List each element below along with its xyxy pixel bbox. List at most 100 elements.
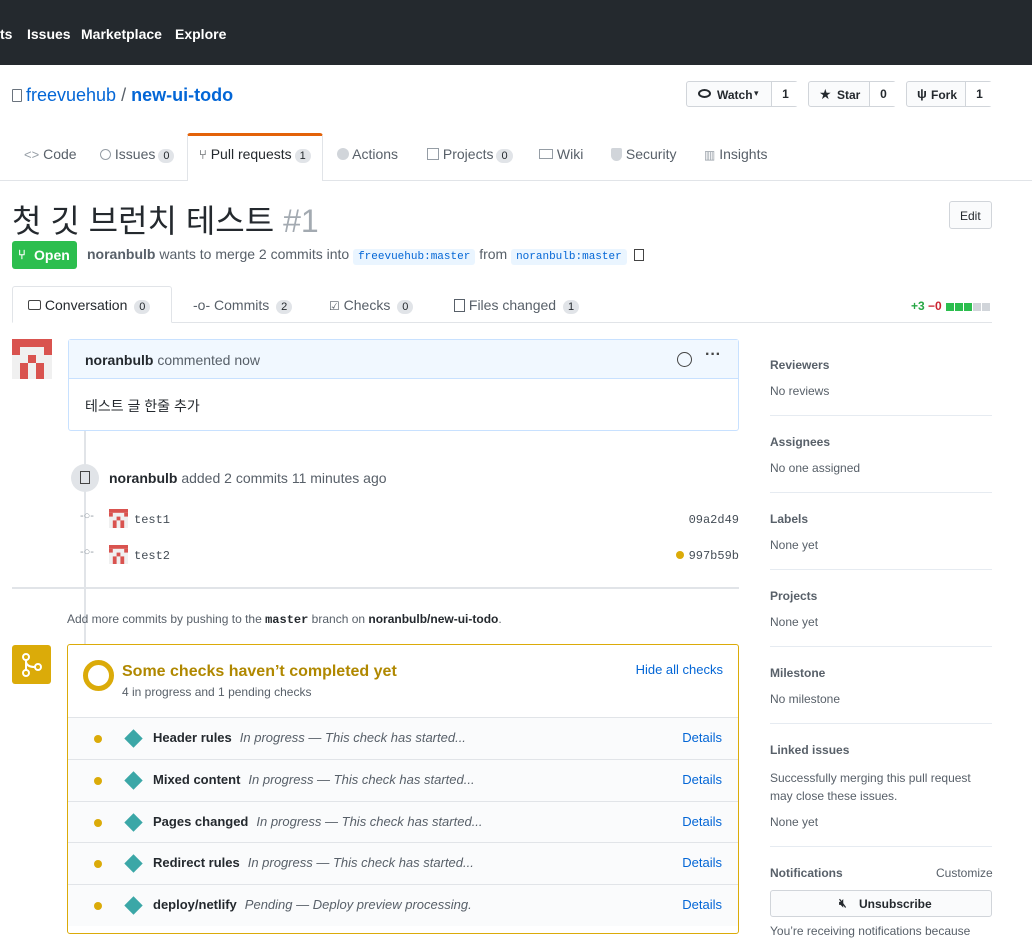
merge-text: wants to merge 2 commits into xyxy=(159,246,350,262)
push-hint-prefix: Add more commits by pushing to the xyxy=(67,612,262,626)
pending-status-dot xyxy=(94,777,102,785)
tab-pull-requests[interactable]: ⑂ Pull requests 1 xyxy=(199,146,311,163)
check-description: In progress — This check has started... xyxy=(256,814,483,829)
from-text: from xyxy=(479,246,508,262)
tab-projects-count: 0 xyxy=(496,149,513,163)
sidebar-linked-issues-title[interactable]: Linked issues xyxy=(770,743,849,757)
notifications-footer: You’re receiving notifications because xyxy=(770,924,971,938)
pr-author-link[interactable]: noranbulb xyxy=(87,246,155,262)
tab-code[interactable]: <> Code xyxy=(24,146,77,162)
project-icon xyxy=(427,148,439,160)
push-hint: Add more commits by pushing to the maste… xyxy=(67,612,502,627)
sidebar-labels-title[interactable]: Labels xyxy=(770,512,808,526)
tab-commits[interactable]: -o- Commits 2 xyxy=(193,297,293,314)
repo-breadcrumb: freevuehub / new-ui-todo xyxy=(12,85,233,106)
pending-ring-icon xyxy=(83,660,114,691)
tab-projects[interactable]: Projects 0 xyxy=(427,146,513,163)
comment-meta: noranbulb commented now xyxy=(85,352,260,368)
hide-checks-link[interactable]: Hide all checks xyxy=(636,662,723,677)
pending-status-dot[interactable] xyxy=(676,551,684,559)
mute-icon: 🔇︎ xyxy=(839,896,847,910)
tab-checks-label: Checks xyxy=(343,297,391,313)
commit-author-avatar[interactable] xyxy=(109,509,128,528)
commit-author-avatar[interactable] xyxy=(109,545,128,564)
commit-sha[interactable]: 09a2d49 xyxy=(689,513,739,527)
fork-count[interactable]: 1 xyxy=(965,82,993,106)
head-branch[interactable]: noranbulb:master xyxy=(511,249,627,265)
eye-icon xyxy=(698,89,711,98)
check-row: Pages changed In progress — This check ha… xyxy=(68,801,738,843)
commit-row: -○- test2 997b59b xyxy=(80,545,740,565)
notifications-customize-link[interactable]: Customize xyxy=(936,866,993,880)
check-details-link[interactable]: Details xyxy=(682,772,722,787)
commit-message[interactable]: test2 xyxy=(134,549,170,563)
tab-insights-label: Insights xyxy=(719,146,768,162)
sidebar-assignees-title[interactable]: Assignees xyxy=(770,435,830,449)
netlify-icon xyxy=(124,729,143,748)
check-name: Mixed content In progress — This check ha… xyxy=(153,772,475,787)
comment-author[interactable]: noranbulb xyxy=(85,352,153,368)
tab-files-changed[interactable]: Files changed 1 xyxy=(454,297,580,314)
check-details-link[interactable]: Details xyxy=(682,730,722,745)
netlify-icon xyxy=(124,771,143,790)
pr-number: #1 xyxy=(283,203,319,239)
nav-explore-link[interactable]: Explore xyxy=(175,26,226,42)
star-label: Star xyxy=(837,88,861,102)
repo-icon xyxy=(12,89,22,102)
star-button[interactable]: ★ Star 0 xyxy=(808,81,897,107)
diffstat-block xyxy=(946,302,955,311)
watch-button[interactable]: Watch ▾ 1 xyxy=(686,81,799,107)
star-count[interactable]: 0 xyxy=(869,82,897,106)
pr-title-text: 첫 깃 브런치 테스트 xyxy=(12,203,275,239)
event-author[interactable]: noranbulb xyxy=(109,470,177,486)
comment-header: noranbulb commented now ··· xyxy=(69,340,738,379)
repo-owner-link[interactable]: freevuehub xyxy=(26,85,116,105)
sidebar-projects-value: None yet xyxy=(770,615,819,629)
nav-marketplace-link[interactable]: Marketplace xyxy=(81,26,162,42)
tab-conversation[interactable]: Conversation 0 xyxy=(28,297,151,314)
fork-button[interactable]: ψ Fork 1 xyxy=(906,81,993,107)
tab-insights[interactable]: ▥ Insights xyxy=(704,146,767,162)
tab-security[interactable]: Security xyxy=(611,146,676,162)
tab-checks[interactable]: ☑ Checks 0 xyxy=(329,297,414,314)
smiley-icon[interactable] xyxy=(677,352,692,367)
tab-conversation-label: Conversation xyxy=(44,297,128,313)
push-hint-middle: branch on xyxy=(311,612,366,626)
fork-icon: ψ xyxy=(917,86,927,101)
check-details-link[interactable]: Details xyxy=(682,814,722,829)
base-branch[interactable]: freevuehub:master xyxy=(353,249,476,265)
user-avatar[interactable] xyxy=(12,339,52,379)
check-details-link[interactable]: Details xyxy=(682,855,722,870)
nav-issues-link[interactable]: Issues xyxy=(27,26,71,42)
tab-files-changed-count: 1 xyxy=(562,300,580,314)
repo-name-link[interactable]: new-ui-todo xyxy=(131,85,233,105)
clipboard-icon[interactable] xyxy=(633,249,644,261)
sidebar-divider xyxy=(770,846,992,847)
tab-wiki[interactable]: Wiki xyxy=(539,146,583,162)
sidebar-notifications-title: Notifications xyxy=(770,866,843,880)
repo-push-icon xyxy=(71,464,99,492)
tab-commits-count: 2 xyxy=(276,300,293,314)
sidebar-milestone-value: No milestone xyxy=(770,692,841,706)
kebab-horizontal-icon[interactable]: ··· xyxy=(705,346,721,364)
sidebar-projects-title[interactable]: Projects xyxy=(770,589,817,603)
watch-count[interactable]: 1 xyxy=(771,82,799,106)
sidebar-reviewers-title[interactable]: Reviewers xyxy=(770,358,829,372)
code-icon: <> xyxy=(24,147,40,162)
sidebar-milestone-title[interactable]: Milestone xyxy=(770,666,825,680)
diffstat-block xyxy=(955,302,964,311)
check-details-link[interactable]: Details xyxy=(682,897,722,912)
checklist-icon: ☑ xyxy=(329,299,340,313)
tab-actions[interactable]: Actions xyxy=(337,146,398,162)
pending-status-dot xyxy=(94,902,102,910)
check-name: deploy/netlify Pending — Deploy preview p… xyxy=(153,897,472,912)
nav-pull-requests-link[interactable]: ts xyxy=(0,26,12,42)
tab-issues[interactable]: Issues 0 xyxy=(100,146,175,163)
commit-sha[interactable]: 997b59b xyxy=(689,549,739,563)
edit-title-button[interactable]: Edit xyxy=(949,201,992,229)
unsubscribe-button[interactable]: 🔇︎ Unsubscribe xyxy=(770,890,992,917)
check-row: Redirect rules In progress — This check h… xyxy=(68,842,738,884)
pending-status-dot xyxy=(94,860,102,868)
commit-message[interactable]: test1 xyxy=(134,513,170,527)
book-icon xyxy=(539,149,553,159)
